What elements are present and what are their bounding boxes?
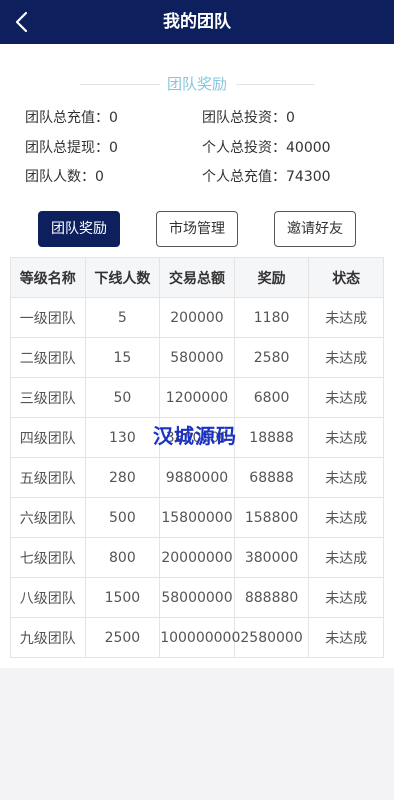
cell-level: 一级团队 [10,297,86,338]
section-title: 团队奖励 [166,75,227,93]
column-header-level: 等级名称 [10,257,86,298]
cell-level: 九级团队 [10,617,86,658]
cell-downline: 5 [84,297,161,338]
stat-team-total-withdraw: 团队总提现：0 [25,138,118,158]
cell-reward: 888880 [233,577,310,618]
stat-personal-total-recharge: 个人总充值：74300 [202,167,331,187]
table-row: 二级团队 15 580000 2580 未达成 [10,337,384,378]
stat-label: 个人总充值： [202,169,286,185]
cell-status: 未达成 [308,337,384,378]
cell-level: 七级团队 [10,537,86,578]
cell-volume: 9880000 [159,457,235,498]
table-header-row: 等级名称 下线人数 交易总额 奖励 状态 [10,257,384,298]
cell-reward: 2580000 [233,617,310,658]
column-header-status: 状态 [308,257,384,298]
table-row: 九级团队 2500 100000000 2580000 未达成 [10,617,384,658]
stat-value: 40000 [286,140,331,156]
cell-volume: 100000000 [159,617,240,658]
divider-right [236,84,314,85]
cell-reward: 2580 [233,337,310,378]
stat-value: 0 [286,110,295,126]
stat-label: 团队人数： [25,169,95,185]
cell-downline: 2500 [84,617,161,658]
team-reward-button[interactable]: 团队奖励 [38,211,120,247]
cell-status: 未达成 [308,297,384,338]
stat-label: 团队总提现： [25,140,109,156]
stat-personal-total-investment: 个人总投资：40000 [202,138,331,158]
watermark-text: 汉城源码 [153,424,237,448]
cell-downline: 50 [84,377,161,418]
cell-status: 未达成 [308,537,384,578]
cell-reward: 1180 [233,297,310,338]
stat-team-total-investment: 团队总投资：0 [202,108,295,128]
stat-label: 团队总充值： [25,110,109,126]
cell-status: 未达成 [308,617,384,658]
cell-status: 未达成 [308,577,384,618]
cell-downline: 15 [84,337,161,378]
cell-status: 未达成 [308,377,384,418]
table-row: 六级团队 500 15800000 158800 未达成 [10,497,384,538]
top-nav-bar: 我的团队 [0,0,394,44]
table-row: 一级团队 5 200000 1180 未达成 [10,297,384,338]
stat-label: 个人总投资： [202,140,286,156]
cell-status: 未达成 [308,457,384,498]
cell-downline: 800 [84,537,161,578]
column-header-downline: 下线人数 [84,257,161,298]
cell-level: 二级团队 [10,337,86,378]
team-panel: 团队奖励 团队总充值：0 团队总投资：0 团队总提现：0 个人总投资：40000… [0,44,394,668]
cell-reward: 18888 [233,417,310,458]
section-header: 团队奖励 [0,74,394,94]
cell-status: 未达成 [308,497,384,538]
cell-level: 八级团队 [10,577,86,618]
cell-level: 六级团队 [10,497,86,538]
cell-volume: 58000000 [159,577,235,618]
cell-level: 三级团队 [10,377,86,418]
cell-downline: 130 [84,417,161,458]
cell-status: 未达成 [308,417,384,458]
cell-volume: 15800000 [159,497,235,538]
market-management-button[interactable]: 市场管理 [156,211,238,247]
cell-volume: 200000 [159,297,235,338]
table-row: 五级团队 280 9880000 68888 未达成 [10,457,384,498]
stat-team-total-recharge: 团队总充值：0 [25,108,118,128]
invite-friends-button[interactable]: 邀请好友 [274,211,356,247]
stat-value: 0 [95,169,104,185]
cell-downline: 1500 [84,577,161,618]
column-header-volume: 交易总额 [159,257,235,298]
table-row: 七级团队 800 20000000 380000 未达成 [10,537,384,578]
stat-value: 0 [109,110,118,126]
table-row: 三级团队 50 1200000 6800 未达成 [10,377,384,418]
cell-reward: 380000 [233,537,310,578]
page-title: 我的团队 [163,12,231,32]
stat-value: 0 [109,140,118,156]
team-level-table: 等级名称 下线人数 交易总额 奖励 状态 一级团队 5 200000 1180 … [10,257,384,658]
cell-volume: 1200000 [159,377,235,418]
cell-level: 五级团队 [10,457,86,498]
cell-downline: 280 [84,457,161,498]
column-header-reward: 奖励 [233,257,310,298]
cell-level: 四级团队 [10,417,86,458]
stat-value: 74300 [286,169,331,185]
cell-volume: 20000000 [159,537,235,578]
stat-label: 团队总投资： [202,110,286,126]
stat-team-members: 团队人数：0 [25,167,104,187]
cell-reward: 68888 [233,457,310,498]
cell-reward: 158800 [233,497,310,538]
cell-volume: 580000 [159,337,235,378]
table-row: 八级团队 1500 58000000 888880 未达成 [10,577,384,618]
cell-reward: 6800 [233,377,310,418]
cell-downline: 500 [84,497,161,538]
